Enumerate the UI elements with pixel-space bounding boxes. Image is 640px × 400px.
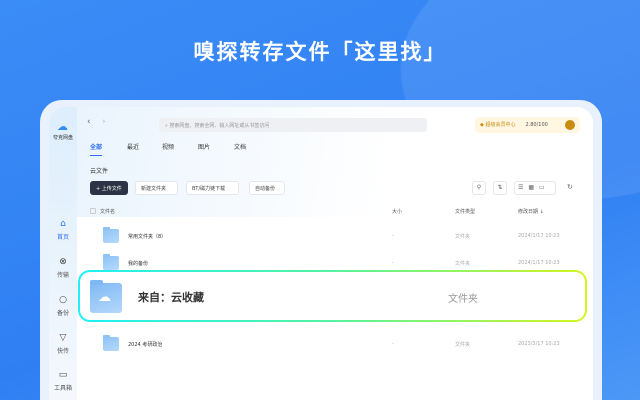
avatar[interactable] xyxy=(565,120,575,130)
headline: 嗅探转存文件「这里找」 xyxy=(193,40,447,64)
row-type: 文件夹 xyxy=(455,234,471,240)
toolbox-icon: ▭ xyxy=(58,370,68,380)
search-input[interactable]: ⌕ 搜索网盘、搜索全网、输入网址或从书签访问 xyxy=(159,118,427,132)
app-window: ☁ 夸克网盘 ⌂ 首页 ⊗ 传输 ○ 备份 ▽ 快传 ▭ 工具箱 ‹ › ⌕ 搜索网盘、搜… xyxy=(49,107,593,400)
col-date[interactable]: 修改日期 ↓ xyxy=(518,208,544,215)
row-name: 2024 考研政治 xyxy=(128,342,163,348)
tab-recent[interactable]: 最近 xyxy=(127,142,139,151)
folder-icon xyxy=(103,335,119,351)
back-button[interactable]: ‹ xyxy=(87,117,91,127)
table-row[interactable]: 2024 考研政治 - 文件夹 2023/3/17 10:23 xyxy=(49,334,565,360)
row-name: 我的备份 xyxy=(128,261,149,267)
row-size: - xyxy=(392,260,394,266)
logo-text: 夸克网盘 xyxy=(52,135,73,141)
row-size: - xyxy=(392,233,394,239)
tab-video[interactable]: 视频 xyxy=(162,142,174,151)
row-name: 常用文件夹（8） xyxy=(128,234,167,240)
sidebar-item-label: 工具箱 xyxy=(53,385,72,392)
new-folder-button[interactable]: 新建文件夹 xyxy=(135,181,178,195)
sidebar-item-label: 备份 xyxy=(56,310,69,317)
tab-all[interactable]: 全部 xyxy=(90,142,103,156)
row-date: 2023/3/17 10:23 xyxy=(518,341,560,347)
filter-icon[interactable]: ⚲ xyxy=(472,181,486,195)
row-size: - xyxy=(392,341,394,347)
table-row[interactable]: 常用文件夹（8） - 文件夹 2024/1/17 10:23 xyxy=(49,226,565,252)
folder-icon xyxy=(103,254,119,270)
col-size[interactable]: 大小 xyxy=(392,208,402,215)
sidebar-item-toolbox[interactable]: ▭ 工具箱 xyxy=(49,370,77,392)
cloud-logo-icon: ☁ xyxy=(57,120,68,133)
highlight-name: 来自：云收藏 xyxy=(138,291,204,304)
sort-icon[interactable]: ⇅ xyxy=(493,181,507,195)
section-title: 云文件 xyxy=(90,168,109,175)
cloud-folder-icon: ☁ xyxy=(90,280,122,313)
refresh-icon[interactable]: ↻ xyxy=(567,183,573,191)
upload-button[interactable]: + 上传文件 xyxy=(90,181,128,195)
highlight-type: 文件夹 xyxy=(448,294,478,305)
sidebar-item-backup[interactable]: ○ 备份 xyxy=(49,295,77,317)
search-placeholder: 搜索网盘、搜索全网、输入网址或从书签访问 xyxy=(169,123,270,129)
vip-label: 超级会员中心 xyxy=(485,122,516,128)
backup-icon: ○ xyxy=(59,295,67,305)
tab-docs[interactable]: 文档 xyxy=(234,142,246,151)
col-type[interactable]: 文件类型 xyxy=(455,208,475,215)
row-type: 文件夹 xyxy=(455,342,471,348)
row-date: 2024/1/17 10:23 xyxy=(518,233,560,239)
tab-images[interactable]: 图片 xyxy=(198,142,210,151)
highlighted-folder-row[interactable]: ☁ 来自：云收藏 文件夹 xyxy=(78,270,587,322)
col-name[interactable]: 文件名 xyxy=(100,208,115,215)
folder-icon xyxy=(103,227,119,243)
view-mode-toggle[interactable]: ☰▦▭ xyxy=(514,181,556,195)
row-type: 文件夹 xyxy=(455,261,471,267)
auto-backup-button[interactable]: 自动备份 xyxy=(249,181,285,195)
forward-button[interactable]: › xyxy=(102,117,106,127)
bt-download-button[interactable]: BT/磁力链下载 xyxy=(186,181,239,195)
row-date: 2024/1/17 10:23 xyxy=(518,260,560,266)
storage-usage: 2.80/100 xyxy=(525,122,548,128)
select-all-checkbox[interactable] xyxy=(90,208,96,214)
